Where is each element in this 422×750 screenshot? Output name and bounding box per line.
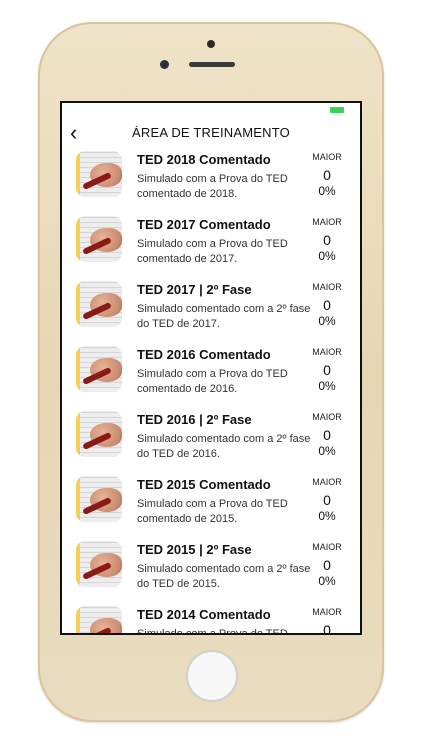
- score-count: 0: [323, 232, 331, 248]
- list-item[interactable]: TED 2016 Comentado Simulado com a Prova …: [62, 342, 360, 407]
- item-description: Simulado com a Prova do TED comentado de…: [137, 238, 288, 265]
- training-list: TED 2018 Comentado Simulado com a Prova …: [62, 147, 360, 635]
- list-item[interactable]: TED 2016 | 2º Fase Simulado comentado co…: [62, 407, 360, 472]
- item-title: TED 2018 Comentado: [137, 152, 271, 167]
- score-percent: 0%: [318, 249, 336, 263]
- maior-label: MAIOR: [312, 607, 342, 617]
- item-description: Simulado com a Prova do TED comentado de…: [137, 498, 288, 525]
- score-count: 0: [323, 297, 331, 313]
- score-percent: 0%: [318, 444, 336, 458]
- maior-label: MAIOR: [312, 152, 342, 162]
- score-count: 0: [323, 557, 331, 573]
- score-percent: 0%: [318, 379, 336, 393]
- answer-sheet-thumbnail: [76, 216, 122, 262]
- list-item[interactable]: TED 2014 Comentado Simulado com a Prova …: [62, 602, 360, 635]
- item-title: TED 2014 Comentado: [137, 607, 271, 622]
- answer-sheet-thumbnail: [76, 541, 122, 587]
- maior-label: MAIOR: [312, 412, 342, 422]
- answer-sheet-thumbnail: [76, 346, 122, 392]
- maior-label: MAIOR: [312, 542, 342, 552]
- item-title: TED 2015 Comentado: [137, 477, 271, 492]
- item-title: TED 2015 | 2º Fase: [137, 542, 252, 557]
- item-title: TED 2017 Comentado: [137, 217, 271, 232]
- answer-sheet-thumbnail: [76, 411, 122, 457]
- maior-label: MAIOR: [312, 282, 342, 292]
- item-title: TED 2016 Comentado: [137, 347, 271, 362]
- maior-label: MAIOR: [312, 477, 342, 487]
- earpiece-speaker: [189, 62, 235, 67]
- score-percent: 0%: [318, 314, 336, 328]
- item-description: Simulado comentado com a 2º fase do TED …: [137, 303, 311, 330]
- app-screen: ‹ ÁREA DE TREINAMENTO TED 2018 Comentado…: [60, 101, 362, 635]
- list-item[interactable]: TED 2017 Comentado Simulado com a Prova …: [62, 212, 360, 277]
- item-title: TED 2016 | 2º Fase: [137, 412, 252, 427]
- front-camera: [207, 40, 215, 48]
- page-title: ÁREA DE TREINAMENTO: [132, 125, 290, 140]
- list-item[interactable]: TED 2015 Comentado Simulado com a Prova …: [62, 472, 360, 537]
- battery-icon: [330, 107, 344, 113]
- item-description: Simulado com a Prova do TED comentado de…: [137, 628, 288, 635]
- score-percent: 0%: [318, 184, 336, 198]
- answer-sheet-thumbnail: [76, 476, 122, 522]
- score-count: 0: [323, 167, 331, 183]
- proximity-sensor: [160, 60, 169, 69]
- list-item[interactable]: TED 2017 | 2º Fase Simulado comentado co…: [62, 277, 360, 342]
- item-description: Simulado com a Prova do TED comentado de…: [137, 368, 288, 395]
- score-count: 0: [323, 427, 331, 443]
- answer-sheet-thumbnail: [76, 281, 122, 327]
- list-item[interactable]: TED 2015 | 2º Fase Simulado comentado co…: [62, 537, 360, 602]
- maior-label: MAIOR: [312, 217, 342, 227]
- item-description: Simulado comentado com a 2º fase do TED …: [137, 433, 311, 460]
- item-title: TED 2017 | 2º Fase: [137, 282, 252, 297]
- score-count: 0: [323, 492, 331, 508]
- score-percent: 0%: [318, 509, 336, 523]
- score-count: 0: [323, 362, 331, 378]
- list-item[interactable]: TED 2018 Comentado Simulado com a Prova …: [62, 147, 360, 212]
- score-percent: 0%: [318, 574, 336, 588]
- score-count: 0: [323, 622, 331, 635]
- maior-label: MAIOR: [312, 347, 342, 357]
- answer-sheet-thumbnail: [76, 151, 122, 197]
- item-description: Simulado com a Prova do TED comentado de…: [137, 173, 288, 200]
- answer-sheet-thumbnail: [76, 606, 122, 633]
- home-button[interactable]: [186, 650, 238, 702]
- item-description: Simulado comentado com a 2º fase do TED …: [137, 563, 311, 590]
